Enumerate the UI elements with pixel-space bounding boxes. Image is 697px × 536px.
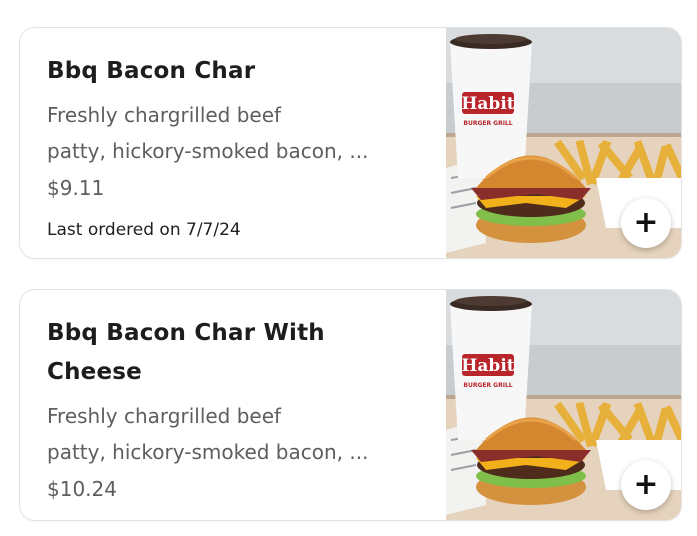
item-description: Freshly chargrilled beef patty, hickory-…	[47, 97, 427, 169]
add-to-cart-button[interactable]: +	[621, 198, 671, 248]
cup-brand: Habit	[461, 94, 514, 114]
menu-item-card[interactable]: Bbq Bacon Char With Cheese Freshly charg…	[19, 289, 682, 521]
item-description-line: patty, hickory-smoked bacon, ...	[47, 440, 369, 464]
last-ordered-text: Last ordered on 7/7/24	[47, 220, 241, 240]
item-description-line: Freshly chargrilled beef	[47, 103, 282, 127]
item-description-line: patty, hickory-smoked bacon, ...	[47, 139, 369, 163]
menu-item-card[interactable]: Bbq Bacon Char Freshly chargrilled beef …	[19, 27, 682, 259]
cup-subtitle: BURGER GRILL	[463, 382, 512, 389]
cup-brand: Habit	[461, 356, 514, 376]
item-title: Bbq Bacon Char With Cheese	[47, 314, 427, 392]
plus-icon: +	[633, 467, 659, 502]
item-price: $10.24	[47, 477, 117, 501]
add-to-cart-button[interactable]: +	[621, 460, 671, 510]
item-description: Freshly chargrilled beef patty, hickory-…	[47, 398, 427, 470]
item-description-line: Freshly chargrilled beef	[47, 404, 282, 428]
item-title-line: Bbq Bacon Char With	[47, 320, 325, 346]
cup-subtitle: BURGER GRILL	[463, 120, 512, 127]
plus-icon: +	[633, 205, 659, 240]
item-title-line: Cheese	[47, 359, 142, 385]
menu-item-text: Bbq Bacon Char With Cheese Freshly charg…	[47, 314, 427, 504]
item-price: $9.11	[47, 176, 105, 200]
item-title: Bbq Bacon Char	[47, 58, 256, 84]
menu-item-text: Bbq Bacon Char Freshly chargrilled beef …	[47, 52, 427, 240]
